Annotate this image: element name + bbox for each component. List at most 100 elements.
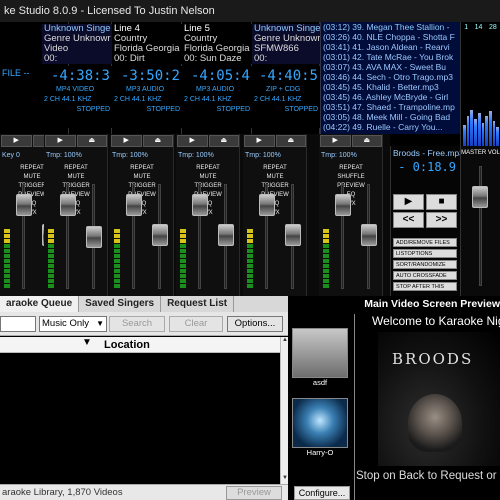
deck-3[interactable]: Line 4 Country Florida Georgia 00: Dirt … <box>112 22 182 134</box>
strip-toggle[interactable]: EQ <box>114 200 170 209</box>
fader-knob[interactable] <box>218 224 234 246</box>
strip-toggle[interactable]: MUTE <box>247 173 303 182</box>
tab-saved-singers[interactable]: Saved Singers <box>79 296 162 312</box>
playlist-item[interactable]: (03:45) 46. Ashley McBryde - Girl <box>321 92 460 102</box>
queue-list[interactable] <box>0 353 280 484</box>
add-remove-files-button[interactable]: ADD/REMOVE FILES <box>393 238 457 247</box>
strip-toggle[interactable]: MUTE <box>48 173 104 182</box>
library-status: araoke Library, 1,870 Videos Preview <box>0 484 288 500</box>
eject-icon[interactable]: ⏏ <box>275 135 306 147</box>
playlist-item[interactable]: (03:01) 42. Tate McRae - You Brok <box>321 52 460 62</box>
play-icon[interactable]: ▶ <box>244 135 275 147</box>
stop-button[interactable]: ■ <box>426 194 457 210</box>
play-icon[interactable]: ▶ <box>177 135 208 147</box>
fader-knob[interactable] <box>361 224 377 246</box>
play-icon[interactable]: ▶ <box>45 135 76 147</box>
play-button[interactable]: ▶ <box>393 194 424 210</box>
strip-toggle[interactable]: PREVIEW <box>323 182 379 191</box>
playlist-item[interactable]: (04:22) 49. Ruelle - Carry You... <box>321 122 460 132</box>
playlist-item[interactable]: (03:12) 39. Megan Thee Stallion - <box>321 22 460 32</box>
eject-icon[interactable]: ⏏ <box>351 135 382 147</box>
video-preview-panel: Main Video Screen Preview asdf Harry-O W… <box>288 296 500 500</box>
fader-knob[interactable] <box>60 194 76 216</box>
strip-toggle[interactable]: TRIGGER <box>48 182 104 191</box>
eject-icon[interactable]: ⏏ <box>76 135 107 147</box>
strip-toggle[interactable]: EQ <box>323 191 379 200</box>
strip-toggle[interactable]: REPEAT <box>114 164 170 173</box>
deck-5[interactable]: Unknown Singe Genre Unknowr SFMW866 00: … <box>252 22 320 134</box>
strip-toggle[interactable]: REPEAT <box>48 164 104 173</box>
strip-toggle[interactable]: F/X <box>323 200 379 209</box>
strip-toggle[interactable]: F/X <box>114 209 170 218</box>
fader-knob[interactable] <box>16 194 32 216</box>
strip-toggle[interactable]: PREVIEW <box>180 191 236 200</box>
fader-knob[interactable] <box>126 194 142 216</box>
fader-knob[interactable] <box>335 194 351 216</box>
singer-card[interactable]: asdf <box>292 328 348 388</box>
strip-toggle[interactable]: PREVIEW <box>48 191 104 200</box>
configure-button[interactable]: Configure... <box>294 486 350 500</box>
options-button[interactable]: Options... <box>227 316 283 332</box>
strip-toggle[interactable]: EQ <box>48 200 104 209</box>
clear-button[interactable]: Clear <box>169 316 223 332</box>
strip-toggle[interactable]: REPEAT <box>180 164 236 173</box>
strip-toggle[interactable]: F/X <box>180 209 236 218</box>
forward-button[interactable]: >> <box>426 212 457 228</box>
tab-request-list[interactable]: Request List <box>161 296 235 312</box>
playlist-item[interactable]: (03:45) 45. Khalid - Better.mp3 <box>321 82 460 92</box>
strip-toggle[interactable]: TRIGGER <box>247 182 303 191</box>
column-location[interactable]: Location <box>104 339 150 351</box>
playlist-item[interactable]: (03:41) 41. Jason Aldean - Rearvi <box>321 42 460 52</box>
master-fader[interactable] <box>472 186 488 208</box>
queue-scrollbar[interactable]: ▲ ▼ <box>280 337 288 484</box>
deck-2[interactable]: Unknown Singe Genre Unknowr Video 00: -4… <box>42 22 112 134</box>
filter-select[interactable]: Music Only ▼ <box>39 316 107 332</box>
strip-toggle[interactable]: REPEAT <box>323 164 379 173</box>
strip-toggle[interactable]: F/X <box>48 209 104 218</box>
strip-toggle[interactable]: F/X <box>247 209 303 218</box>
playlist-item[interactable]: (03:07) 43. AVA MAX - Sweet Bu <box>321 62 460 72</box>
playlist[interactable]: (03:12) 39. Megan Thee Stallion - (03:26)… <box>320 22 460 134</box>
strip-toggle[interactable]: PREVIEW <box>247 191 303 200</box>
sort-arrow-icon[interactable]: ▼ <box>82 337 92 348</box>
list-options-button[interactable]: LISTOPTIONS <box>393 249 457 258</box>
stop-after-this-toggle[interactable]: STOP AFTER THIS <box>393 282 457 291</box>
playlist-item[interactable]: (03:26) 40. NLE Choppa - Shotta F <box>321 32 460 42</box>
eject-icon[interactable]: ⏏ <box>142 135 173 147</box>
playlist-item[interactable]: (03:05) 48. Meek Mill - Going Bad <box>321 112 460 122</box>
eject-icon[interactable]: ⏏ <box>208 135 239 147</box>
auto-crossfade-toggle[interactable]: AUTO CROSSFADE <box>393 271 457 280</box>
strip-toggle[interactable]: MUTE <box>180 173 236 182</box>
play-icon[interactable]: ▶ <box>111 135 142 147</box>
play-icon[interactable]: ▶ <box>1 135 32 147</box>
play-icon[interactable]: ▶ <box>320 135 351 147</box>
deck-song: 00: <box>254 53 268 64</box>
strip-toggle[interactable]: REPEAT <box>247 164 303 173</box>
fader-knob[interactable] <box>152 224 168 246</box>
strip-toggle[interactable]: MUTE <box>114 173 170 182</box>
deck-time: -4:40:5 <box>258 68 318 84</box>
search-input[interactable] <box>0 316 36 332</box>
playlist-item[interactable]: (03:51) 47. Shaed - Trampoline.mp <box>321 102 460 112</box>
strip-toggle[interactable]: TRIGGER <box>180 182 236 191</box>
strip-key-tempo: Tmp: 100% <box>46 152 82 159</box>
strip-toggle[interactable]: EQ <box>247 200 303 209</box>
master-strip: MASTER VOL <box>460 146 500 296</box>
fader-knob[interactable] <box>192 194 208 216</box>
strip-toggle[interactable]: EQ <box>180 200 236 209</box>
preview-button[interactable]: Preview <box>226 486 282 500</box>
search-button[interactable]: Search <box>109 316 165 332</box>
sort-randomize-button[interactable]: SORT/RANDOMIZE <box>393 260 457 269</box>
vu-meter <box>4 229 10 288</box>
strip-toggle[interactable]: TRIGGER <box>114 182 170 191</box>
fader-knob[interactable] <box>86 226 102 248</box>
fader-knob[interactable] <box>259 194 275 216</box>
playlist-item[interactable]: (03:46) 44. Sech - Otro Trago.mp3 <box>321 72 460 82</box>
fader-knob[interactable] <box>285 224 301 246</box>
back-button[interactable]: << <box>393 212 424 228</box>
deck-4[interactable]: Line 5 Country Florida Georgia 00: Sun D… <box>182 22 252 134</box>
tab-karaoke-queue[interactable]: araoke Queue <box>0 296 80 312</box>
strip-toggle[interactable]: SHUFFLE <box>323 173 379 182</box>
singer-card[interactable]: Harry-O <box>292 398 348 458</box>
strip-toggle[interactable]: PREVIEW <box>114 191 170 200</box>
